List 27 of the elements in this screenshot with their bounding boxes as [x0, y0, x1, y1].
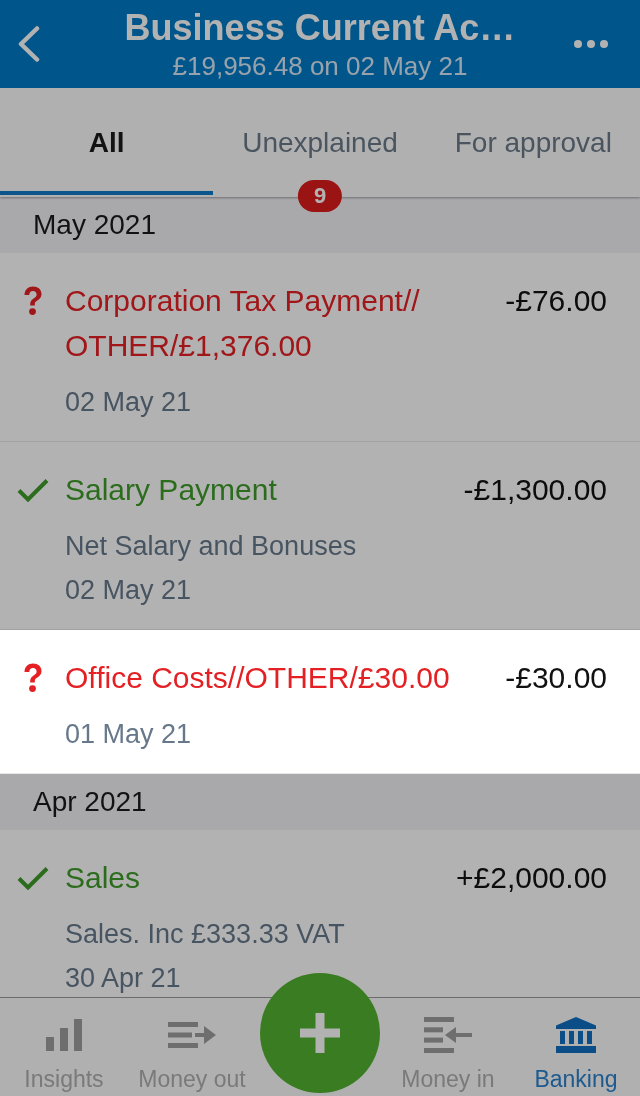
- transaction-description: Net Salary and Bonuses: [65, 530, 358, 563]
- transaction-date: 02 May 21: [65, 574, 193, 607]
- bank-icon: [556, 1017, 596, 1053]
- transaction-description: Sales. Inc £333.33 VAT: [65, 918, 346, 951]
- chevron-left-icon: [18, 26, 40, 62]
- transaction-amount: -£76.00: [505, 283, 607, 319]
- transaction-title: Corporation Tax Payment//OTHER/£1,376.00: [65, 283, 421, 364]
- transaction-amount: -£1,300.00: [463, 472, 607, 508]
- list-arrow-left-icon: [424, 1017, 472, 1053]
- transaction-date: 01 May 21: [65, 718, 193, 751]
- transaction-amount: -£30.00: [505, 660, 607, 696]
- section-header: Apr 2021: [0, 774, 640, 830]
- transaction-title: Sales: [65, 860, 142, 896]
- transaction-title: Salary Payment: [65, 472, 278, 508]
- nav-tab[interactable]: Banking: [534, 1018, 618, 1093]
- transaction-date: 02 May 21: [65, 386, 193, 419]
- list-arrow-right-icon: [168, 1022, 216, 1048]
- plus-icon: [300, 1013, 340, 1053]
- transaction-date: 30 Apr 21: [65, 962, 182, 995]
- bar-chart-icon: [46, 1019, 82, 1051]
- transaction-row[interactable]: Office Costs//OTHER/£30.00 01 May 21 -£30.00: [0, 630, 640, 774]
- tab[interactable]: For approval: [426, 88, 640, 195]
- account-title: Business Current Ac…: [123, 7, 517, 48]
- account-balance: £19,956.48 on 02 May 21: [171, 50, 469, 81]
- more-icon: [574, 40, 608, 48]
- transaction-title: Office Costs//OTHER/£30.00: [65, 660, 451, 696]
- transaction-amount: +£2,000.00: [456, 860, 607, 896]
